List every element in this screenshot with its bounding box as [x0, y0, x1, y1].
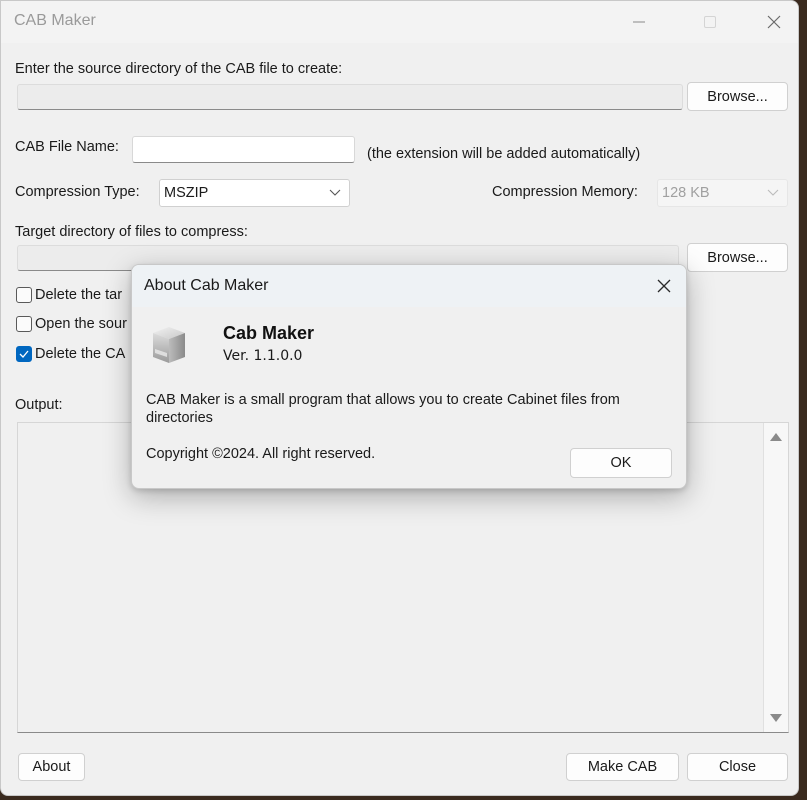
- minimize-button[interactable]: [616, 1, 662, 43]
- extension-hint: (the extension will be added automatical…: [367, 146, 641, 162]
- about-dialog: About Cab Maker Cab Maker Ver. 1.1.0.0 C…: [131, 264, 687, 489]
- about-ok-button[interactable]: OK: [570, 448, 672, 478]
- checkbox-checked[interactable]: [16, 346, 32, 362]
- target-directory-label: Target directory of files to compress:: [15, 224, 248, 240]
- option-delete-target[interactable]: Delete the tar: [16, 287, 122, 303]
- compression-type-select[interactable]: MSZIP: [159, 179, 350, 207]
- window-close-button[interactable]: [751, 1, 797, 43]
- output-label: Output:: [15, 397, 63, 413]
- compression-memory-label: Compression Memory:: [492, 184, 638, 200]
- option-label: Open the sour: [35, 316, 127, 332]
- scroll-down-arrow-icon[interactable]: [770, 714, 782, 722]
- cab-file-name-label: CAB File Name:: [15, 139, 119, 155]
- cab-file-name-input[interactable]: [132, 136, 355, 163]
- compression-type-value: MSZIP: [164, 185, 209, 201]
- close-button[interactable]: Close: [687, 753, 788, 781]
- compression-memory-select[interactable]: 128 KB: [657, 179, 788, 207]
- about-copyright: Copyright ©2024. All right reserved.: [146, 446, 376, 462]
- checkbox[interactable]: [16, 287, 32, 303]
- window-title: CAB Maker: [14, 12, 96, 29]
- checkmark-icon: [19, 350, 29, 358]
- scroll-up-arrow-icon[interactable]: [770, 433, 782, 441]
- source-directory-input[interactable]: [17, 84, 683, 110]
- option-label: Delete the CA: [35, 346, 126, 362]
- target-browse-button[interactable]: Browse...: [687, 243, 788, 272]
- compression-type-label: Compression Type:: [15, 184, 140, 200]
- about-description: CAB Maker is a small program that allows…: [146, 392, 620, 426]
- about-dialog-title-bar: About Cab Maker: [132, 265, 686, 307]
- about-version: Ver. 1.1.0.0: [223, 348, 303, 364]
- checkbox[interactable]: [16, 316, 32, 332]
- title-bar: CAB Maker: [1, 1, 798, 43]
- source-directory-label: Enter the source directory of the CAB fi…: [15, 61, 343, 77]
- option-open-source[interactable]: Open the sour: [16, 316, 127, 332]
- about-dialog-title: About Cab Maker: [144, 277, 269, 294]
- maximize-icon: [704, 16, 716, 28]
- option-label: Delete the tar: [35, 287, 123, 303]
- about-dialog-close-button[interactable]: [650, 273, 678, 299]
- option-delete-cab[interactable]: Delete the CA: [16, 346, 125, 362]
- make-cab-button[interactable]: Make CAB: [566, 753, 679, 781]
- maximize-button[interactable]: [687, 1, 733, 43]
- minimize-icon: [633, 21, 645, 23]
- cabinet-box-icon: [147, 323, 191, 370]
- about-button[interactable]: About: [18, 753, 85, 781]
- chevron-down-icon: [329, 189, 341, 196]
- chevron-down-icon: [767, 189, 779, 196]
- close-icon: [767, 15, 781, 29]
- about-app-name: Cab Maker: [223, 323, 315, 343]
- source-browse-button[interactable]: Browse...: [687, 82, 788, 111]
- compression-memory-value: 128 KB: [662, 185, 710, 201]
- output-scrollbar[interactable]: [763, 423, 788, 732]
- close-icon: [657, 279, 671, 293]
